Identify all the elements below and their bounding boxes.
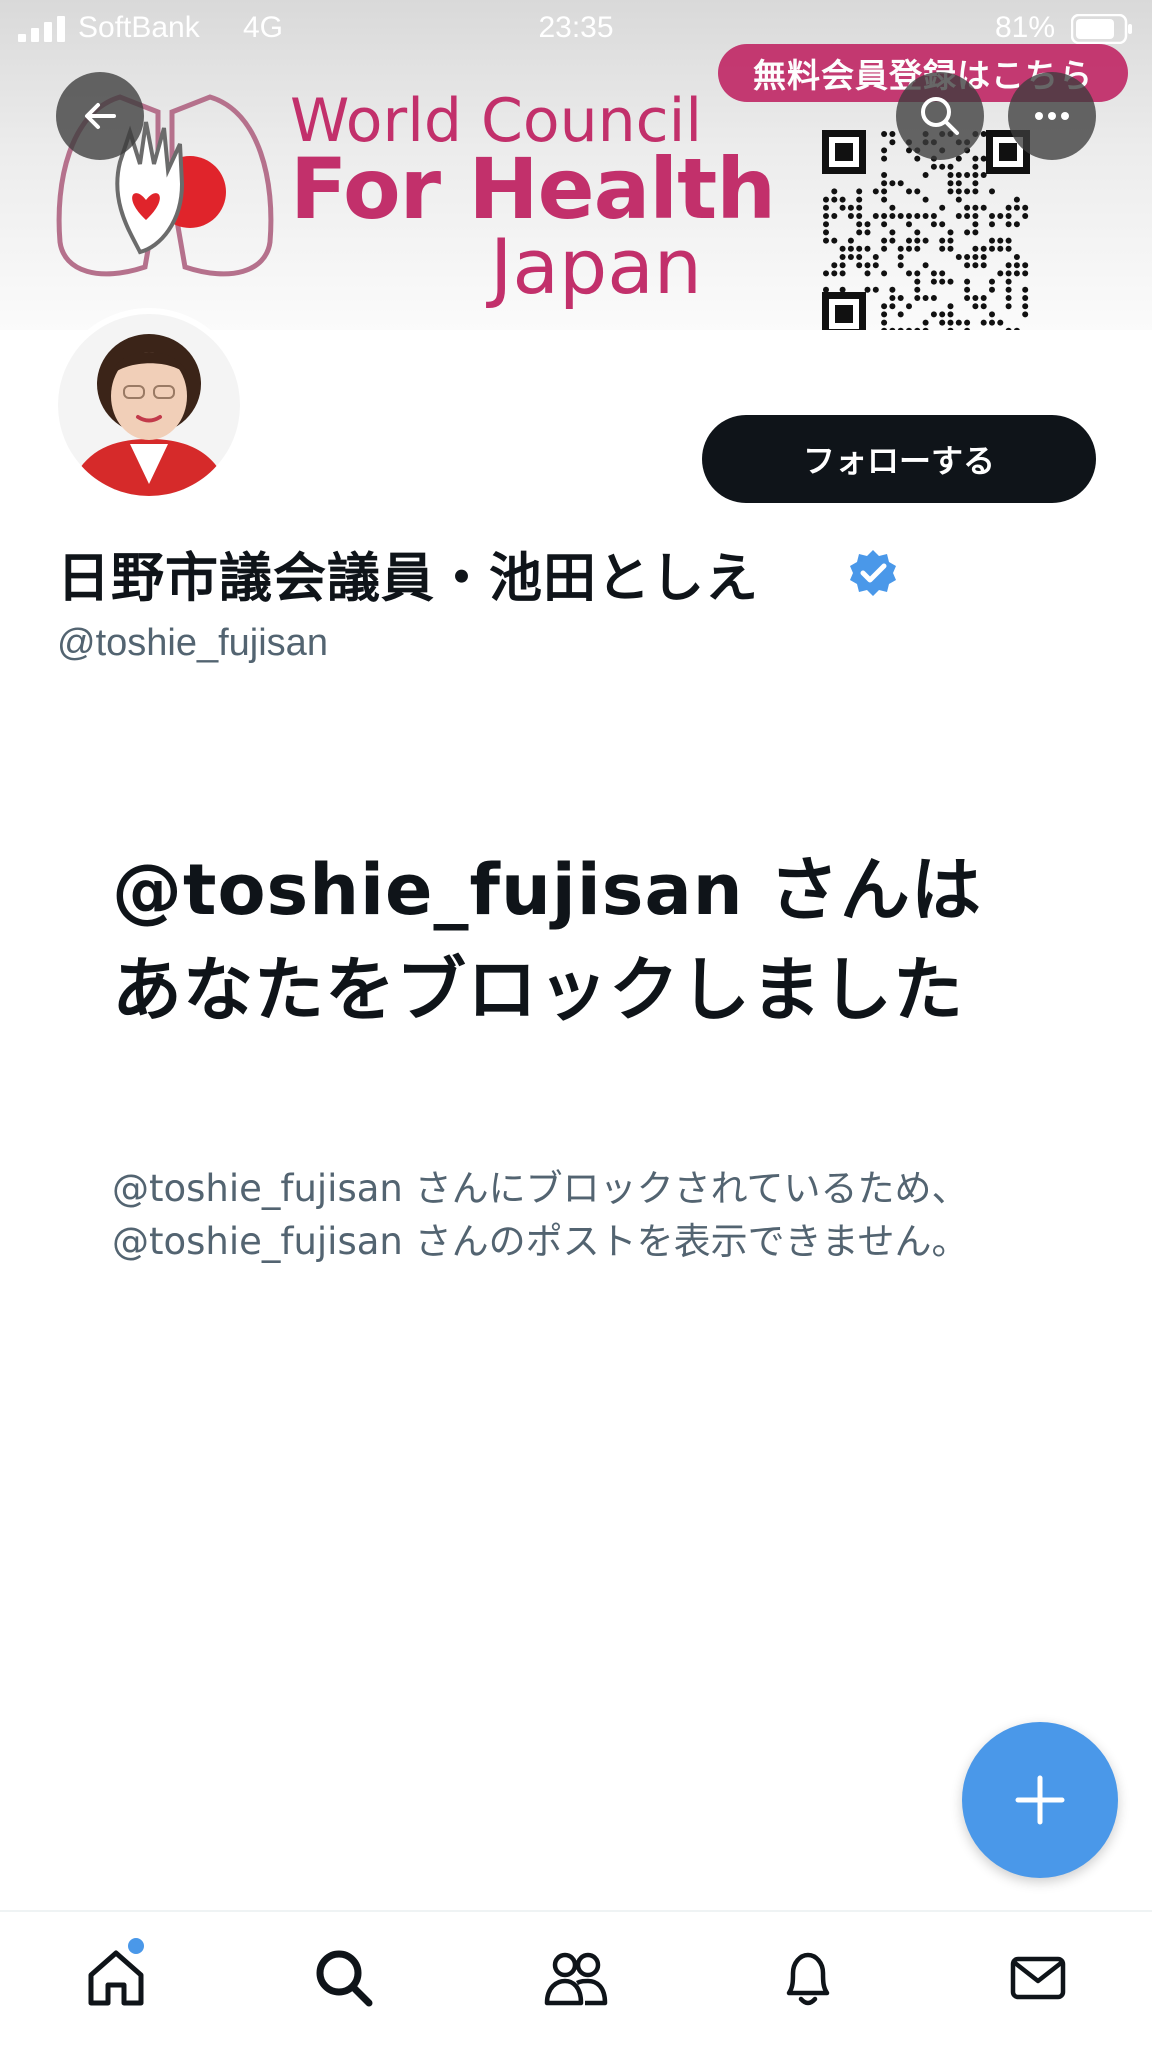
qr-code bbox=[822, 130, 1030, 330]
back-button[interactable] bbox=[56, 72, 144, 160]
display-name: 日野市議会議員・池田としえ bbox=[57, 548, 759, 609]
follow-button[interactable]: フォローする bbox=[702, 415, 1096, 503]
search-icon bbox=[921, 97, 959, 135]
user-handle: @toshie_fujisan bbox=[57, 622, 328, 664]
verified-badge-icon[interactable] bbox=[848, 548, 898, 598]
communities-icon bbox=[544, 1952, 608, 2006]
clock: 23:35 bbox=[538, 11, 614, 44]
battery-icon bbox=[1071, 14, 1132, 44]
search-icon bbox=[316, 1950, 373, 2007]
profile-photo bbox=[58, 314, 240, 496]
tab-notifications[interactable] bbox=[768, 1938, 848, 2018]
tab-messages[interactable] bbox=[998, 1938, 1078, 2018]
tab-communities[interactable] bbox=[536, 1938, 616, 2018]
tab-home[interactable] bbox=[76, 1938, 156, 2018]
status-bar: SoftBank 4G 23:35 81% bbox=[0, 0, 1152, 58]
blocked-title: @toshie_fujisan さんはあなたをブロックしました bbox=[112, 849, 982, 1031]
search-button[interactable] bbox=[896, 72, 984, 160]
bell-icon bbox=[786, 1952, 830, 2006]
arrow-left-icon bbox=[85, 103, 116, 129]
plus-icon bbox=[1015, 1775, 1065, 1825]
more-dots-icon bbox=[1035, 112, 1069, 120]
home-icon bbox=[88, 1950, 144, 2006]
blocked-description: @toshie_fujisan さんにブロックされているため、@toshie_f… bbox=[112, 1167, 969, 1263]
org-name-line3: Japan bbox=[490, 222, 702, 311]
home-notification-dot bbox=[128, 1938, 144, 1954]
more-options-button[interactable] bbox=[1008, 72, 1096, 160]
bottom-tab-bar bbox=[0, 1910, 1152, 2048]
avatar[interactable] bbox=[52, 308, 246, 502]
tab-search[interactable] bbox=[304, 1938, 384, 2018]
compose-post-button[interactable] bbox=[962, 1722, 1118, 1878]
battery-percent: 81% bbox=[995, 11, 1056, 44]
mail-icon bbox=[1010, 1956, 1066, 2000]
